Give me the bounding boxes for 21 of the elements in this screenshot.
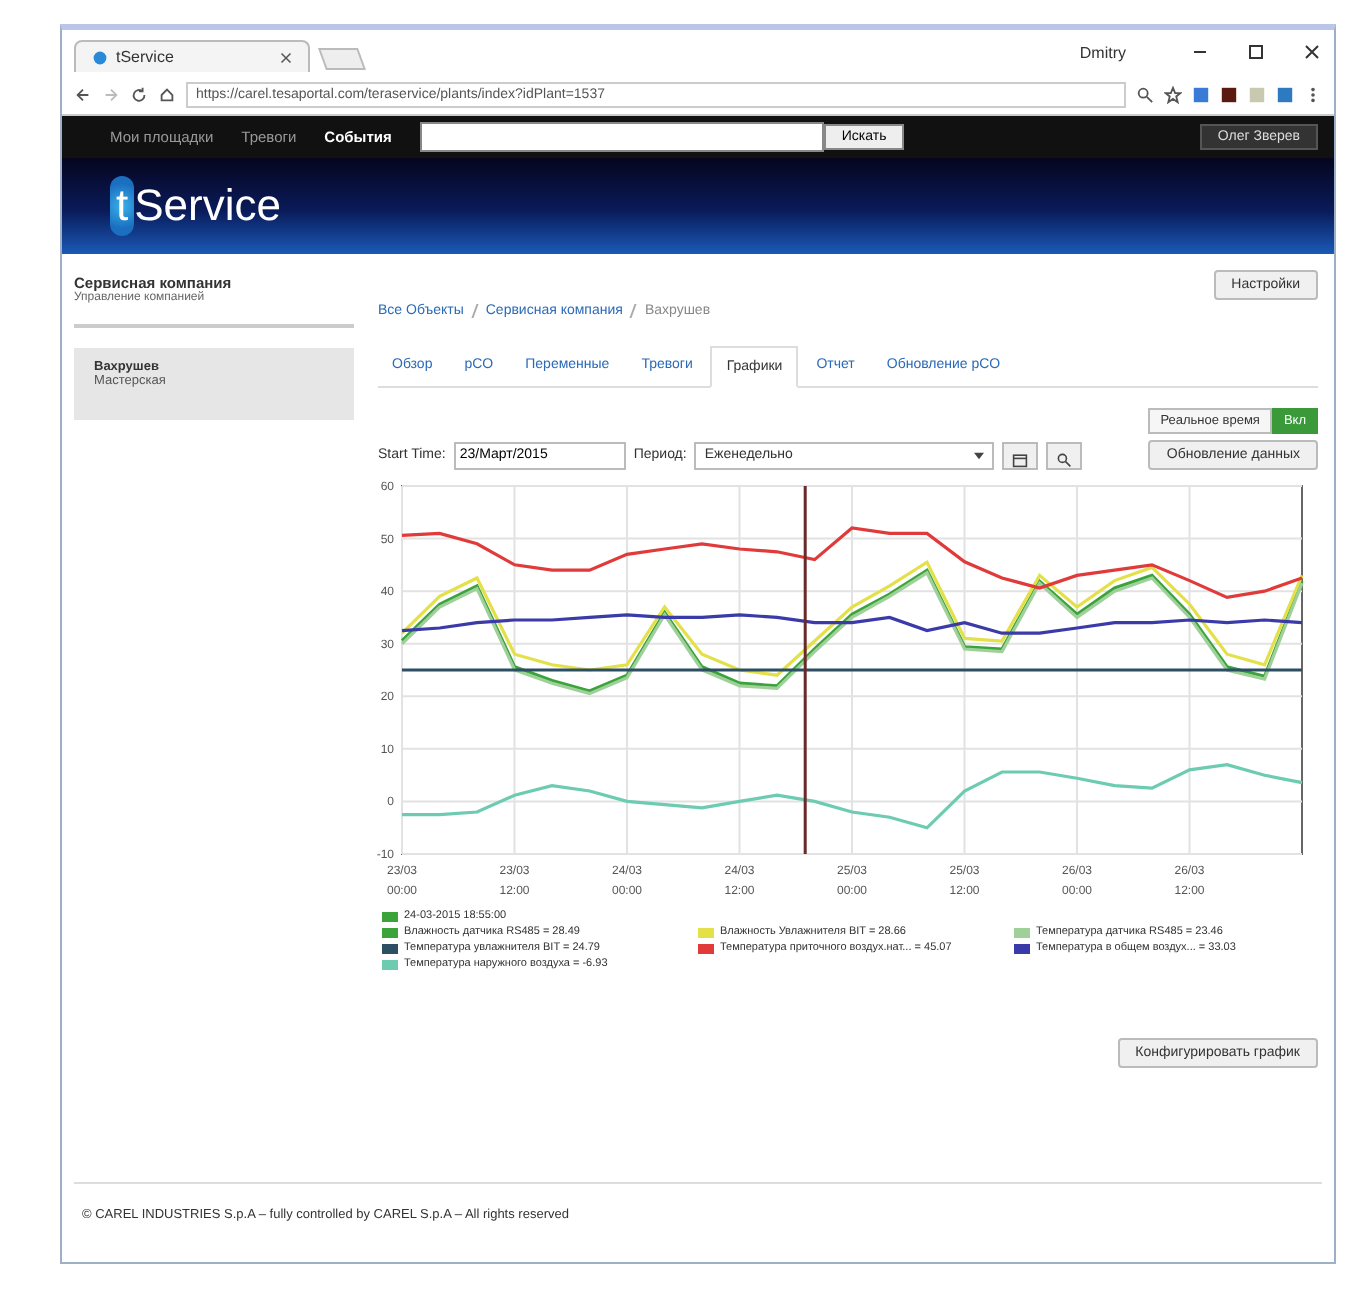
home-icon[interactable] bbox=[158, 85, 176, 103]
close-icon[interactable] bbox=[1302, 42, 1322, 62]
calendar-icon bbox=[1012, 451, 1029, 467]
reload-icon[interactable] bbox=[130, 85, 148, 103]
search-icon bbox=[1056, 451, 1073, 467]
close-icon[interactable] bbox=[280, 51, 292, 63]
caret-icon bbox=[974, 451, 985, 459]
cursor-line[interactable] bbox=[803, 486, 807, 854]
legend-swatch bbox=[382, 911, 398, 921]
search-button[interactable] bbox=[1046, 441, 1083, 469]
globe-icon bbox=[92, 49, 108, 65]
browser-tab[interactable]: tService bbox=[74, 40, 310, 72]
zoom-icon[interactable] bbox=[1136, 85, 1154, 103]
logo-text: Service bbox=[134, 180, 281, 232]
profile-name[interactable]: Dmitry bbox=[1079, 43, 1126, 61]
maximize-icon[interactable] bbox=[1246, 42, 1266, 62]
search-field[interactable] bbox=[419, 122, 824, 152]
logo-letter: t bbox=[110, 176, 135, 236]
back-arrow-icon[interactable] bbox=[74, 85, 92, 103]
calendar-button[interactable] bbox=[1002, 441, 1039, 469]
star-icon[interactable] bbox=[1164, 85, 1182, 103]
